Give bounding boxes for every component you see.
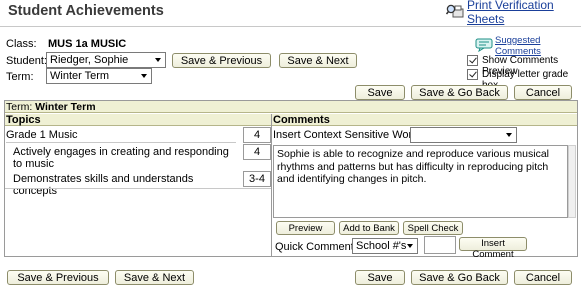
student-label: Student:	[6, 55, 47, 67]
student-select[interactable]: Riedger, Sophie	[46, 52, 166, 68]
comment-bubble-icon	[475, 38, 495, 55]
suggested-comments-label: Suggested Comments	[495, 35, 541, 57]
save-go-back-button-bottom[interactable]: Save & Go Back	[411, 270, 508, 285]
save-next-button-bottom[interactable]: Save & Next	[115, 270, 194, 285]
topic-row: Grade 1 Music	[6, 129, 236, 143]
cancel-button-bottom[interactable]: Cancel	[514, 270, 572, 285]
term-bar-name: Winter Term	[35, 101, 96, 113]
print-magnifier-icon	[445, 4, 467, 21]
topic-label: Grade 1 Music	[6, 129, 78, 141]
topic-grade-input[interactable]: 4	[243, 127, 271, 143]
insert-word-label: Insert Context Sensitive Word:	[273, 129, 422, 141]
display-letter-grade-checkbox[interactable]	[467, 69, 478, 80]
insert-comment-button[interactable]: Insert Comment	[459, 237, 527, 260]
quick-comment-value: School #'s	[356, 240, 407, 252]
chevron-down-icon	[141, 74, 147, 78]
page-title: Student Achievements	[8, 3, 164, 19]
save-next-button-top[interactable]: Save & Next	[279, 53, 357, 68]
cancel-button-top[interactable]: Cancel	[514, 85, 572, 100]
chevron-down-icon	[506, 133, 512, 137]
quick-comment-select[interactable]: School #'s	[352, 238, 418, 254]
print-verification-link[interactable]: Print Verification Sheets	[445, 0, 581, 26]
class-label: Class:	[6, 38, 37, 50]
topics-header: Topics	[5, 114, 271, 126]
chevron-down-icon	[155, 58, 161, 62]
save-previous-button-top[interactable]: Save & Previous	[172, 53, 271, 68]
chevron-down-icon	[407, 244, 413, 248]
class-value: MUS 1a MUSIC	[48, 38, 127, 50]
save-button-top[interactable]: Save	[355, 85, 405, 100]
topic-grade-input[interactable]: 4	[243, 144, 271, 160]
save-previous-button-bottom[interactable]: Save & Previous	[7, 270, 109, 285]
term-header-bar: Term: Winter Term	[5, 101, 577, 113]
topics-bottom-rule	[5, 188, 271, 189]
comment-scrollbar[interactable]	[568, 145, 576, 218]
add-to-bank-button[interactable]: Add to Bank	[339, 221, 399, 235]
quick-comment-number-input[interactable]	[424, 236, 456, 254]
term-select-value: Winter Term	[50, 70, 110, 82]
topic-label: Actively engages in creating and respond…	[13, 146, 229, 170]
insert-word-select[interactable]	[410, 127, 517, 143]
comments-header: Comments	[272, 114, 577, 126]
show-comments-preview-checkbox[interactable]	[467, 55, 478, 66]
spell-check-button[interactable]: Spell Check	[403, 221, 463, 235]
comment-textarea[interactable]: Sophie is able to recognize and reproduc…	[273, 145, 568, 218]
preview-button[interactable]: Preview	[276, 221, 335, 235]
column-divider	[271, 114, 272, 257]
topic-row: Demonstrates skills and understands conc…	[13, 173, 235, 197]
term-bar-prefix: Term:	[6, 101, 33, 113]
student-select-value: Riedger, Sophie	[50, 54, 129, 66]
header-divider	[0, 26, 581, 27]
quick-comment-label: Quick Comment:	[275, 241, 357, 253]
print-link-label: Print Verification Sheets	[467, 0, 554, 26]
save-button-bottom[interactable]: Save	[355, 270, 405, 285]
save-go-back-button-top[interactable]: Save & Go Back	[411, 85, 508, 100]
term-label: Term:	[6, 71, 34, 83]
topic-row: Actively engages in creating and respond…	[13, 146, 235, 171]
topic-grade-input[interactable]: 3-4	[243, 171, 271, 187]
term-select[interactable]: Winter Term	[46, 68, 152, 84]
suggested-comments-link[interactable]: Suggested Comments	[475, 35, 581, 57]
